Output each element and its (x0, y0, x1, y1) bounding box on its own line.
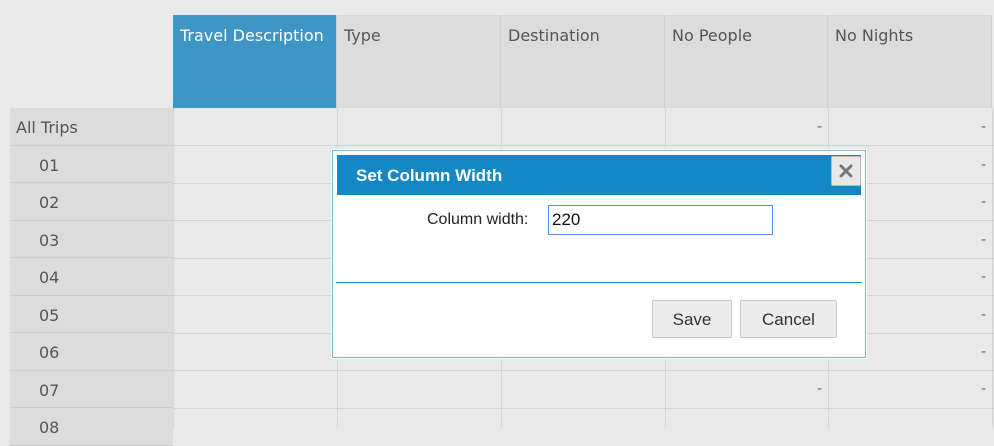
cell-no-people[interactable]: - (802, 119, 822, 135)
dialog-divider (336, 282, 862, 283)
row-header[interactable]: 08 (10, 408, 173, 446)
cell-no-nights[interactable]: - (966, 232, 986, 248)
column-divider (992, 108, 993, 428)
column-divider (173, 108, 174, 428)
column-header-travel-description[interactable]: Travel Description (173, 15, 337, 108)
row-header[interactable]: 07 (10, 370, 173, 408)
row-header[interactable]: 02 (10, 183, 173, 221)
cell-no-nights[interactable]: - (966, 269, 986, 285)
row-header[interactable]: 04 (10, 258, 173, 296)
cell-no-nights[interactable]: - (966, 344, 986, 360)
row-header[interactable]: 05 (10, 295, 173, 333)
cell-no-nights[interactable]: - (966, 157, 986, 173)
cell-no-nights[interactable]: - (966, 194, 986, 210)
set-column-width-dialog: Set Column Width Column width: Save Canc… (332, 150, 866, 358)
cell-no-people[interactable]: - (802, 381, 822, 397)
cell-no-nights[interactable]: - (966, 381, 986, 397)
cell-no-nights[interactable]: - (966, 119, 986, 135)
row-divider (173, 145, 994, 146)
row-divider (173, 408, 994, 409)
column-width-input[interactable] (548, 205, 773, 235)
dialog-title-bar[interactable]: Set Column Width (337, 155, 861, 195)
row-divider (173, 370, 994, 371)
row-header[interactable]: 03 (10, 220, 173, 258)
row-header[interactable]: 06 (10, 333, 173, 371)
column-header-no-people[interactable]: No People (665, 15, 828, 108)
column-width-label: Column width: (427, 211, 529, 228)
column-header-no-nights[interactable]: No Nights (828, 15, 992, 108)
close-icon (839, 164, 853, 178)
row-header-all-trips[interactable]: All Trips (10, 108, 173, 146)
column-header-destination[interactable]: Destination (501, 15, 665, 108)
dialog-title: Set Column Width (356, 166, 503, 185)
column-header-type[interactable]: Type (337, 15, 501, 108)
row-header[interactable]: 01 (10, 145, 173, 183)
save-button[interactable]: Save (652, 300, 732, 338)
close-button[interactable] (831, 156, 861, 186)
cell-no-nights[interactable]: - (966, 307, 986, 323)
cancel-button[interactable]: Cancel (740, 300, 837, 338)
